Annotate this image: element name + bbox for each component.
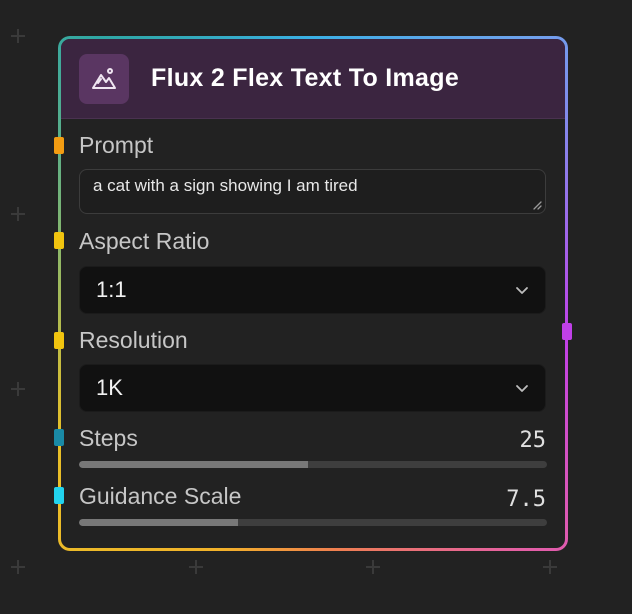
aspect-ratio-select[interactable]: 1:1 bbox=[79, 266, 546, 314]
steps-input-port[interactable] bbox=[54, 429, 64, 446]
guidance-scale-label: Guidance Scale bbox=[79, 483, 242, 509]
guidance-scale-value[interactable]: 7.5 bbox=[506, 487, 546, 512]
guidance-scale-slider-fill bbox=[79, 519, 239, 526]
grid-marker bbox=[11, 560, 25, 574]
prompt-label: Prompt bbox=[79, 132, 154, 158]
grid-marker bbox=[11, 207, 25, 221]
prompt-textarea[interactable]: a cat with a sign showing I am tired bbox=[79, 169, 546, 214]
resolution-label: Resolution bbox=[79, 327, 188, 353]
aspect-ratio-label: Aspect Ratio bbox=[79, 228, 210, 254]
prompt-input-port[interactable] bbox=[54, 137, 64, 154]
steps-value[interactable]: 25 bbox=[520, 428, 547, 453]
aspect-ratio-value: 1:1 bbox=[96, 277, 127, 302]
grid-marker bbox=[11, 29, 25, 43]
resolution-value: 1K bbox=[96, 375, 123, 400]
grid-marker bbox=[11, 382, 25, 396]
image-output-port[interactable] bbox=[562, 323, 572, 340]
grid-marker bbox=[366, 560, 380, 574]
grid-marker bbox=[189, 560, 203, 574]
chevron-down-icon bbox=[516, 287, 528, 294]
chevron-down-icon bbox=[516, 385, 528, 392]
node-title: Flux 2 Flex Text To Image bbox=[151, 64, 460, 92]
steps-slider[interactable] bbox=[79, 461, 547, 468]
image-mountains-icon bbox=[79, 53, 129, 104]
resolution-input-port[interactable] bbox=[54, 332, 64, 349]
steps-slider-fill bbox=[79, 461, 309, 468]
aspect-ratio-input-port[interactable] bbox=[54, 232, 64, 249]
node-body: Flux 2 Flex Text To Image Prompt a cat w… bbox=[61, 39, 565, 548]
resolution-select[interactable]: 1K bbox=[79, 364, 546, 412]
flux-node[interactable]: Flux 2 Flex Text To Image Prompt a cat w… bbox=[58, 36, 568, 551]
steps-label: Steps bbox=[79, 425, 138, 451]
guidance-scale-input-port[interactable] bbox=[54, 487, 64, 504]
resize-grip-icon[interactable] bbox=[532, 200, 542, 210]
node-header[interactable]: Flux 2 Flex Text To Image bbox=[61, 39, 565, 119]
guidance-scale-slider[interactable] bbox=[79, 519, 547, 526]
prompt-text: a cat with a sign showing I am tired bbox=[93, 176, 358, 195]
grid-marker bbox=[543, 560, 557, 574]
